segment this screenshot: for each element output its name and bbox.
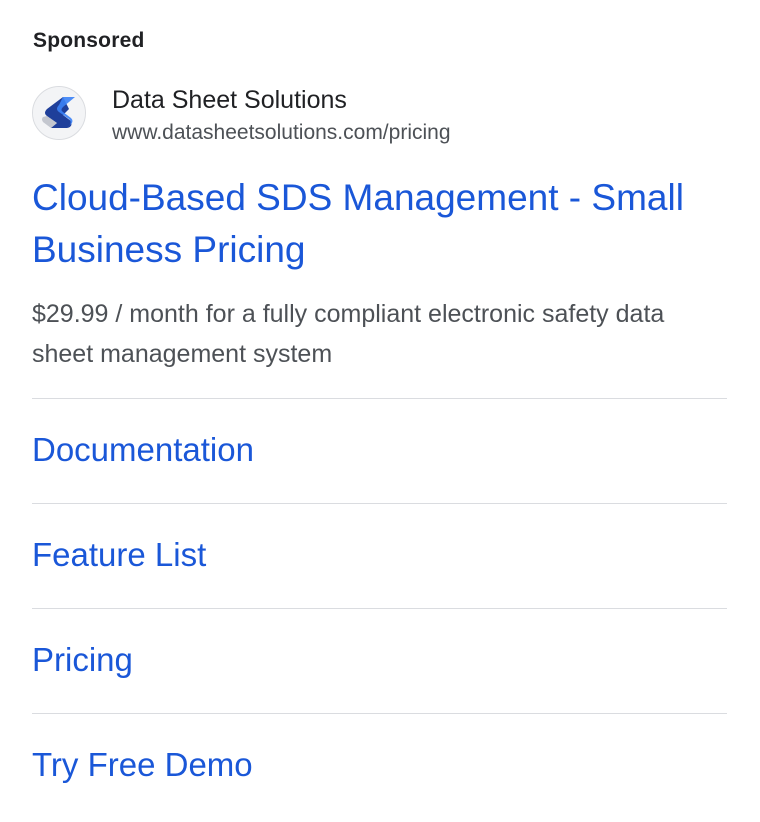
sitelinks-list: Documentation Feature List Pricing Try F… xyxy=(32,398,727,818)
sitelink-label: Feature List xyxy=(32,536,207,573)
sitelink-pricing[interactable]: Pricing xyxy=(32,608,727,713)
ad-headline-link[interactable]: Cloud-Based SDS Management - Small Busin… xyxy=(32,172,712,276)
sitelink-documentation[interactable]: Documentation xyxy=(32,398,727,503)
sponsored-label: Sponsored xyxy=(33,29,145,52)
sitelink-feature-list[interactable]: Feature List xyxy=(32,503,727,608)
advertiser-url: www.datasheetsolutions.com/pricing xyxy=(112,121,451,144)
advertiser-name: Data Sheet Solutions xyxy=(112,86,347,114)
sitelink-label: Try Free Demo xyxy=(32,746,253,783)
data-sheet-solutions-logo-icon xyxy=(32,86,86,140)
sitelink-label: Documentation xyxy=(32,431,254,468)
ad-description: $29.99 / month for a fully compliant ele… xyxy=(32,300,665,368)
sponsored-ad: Sponsored Data Sheet Solutions www.datas… xyxy=(0,0,760,822)
sitelink-label: Pricing xyxy=(32,641,133,678)
sitelink-try-free-demo[interactable]: Try Free Demo xyxy=(32,713,727,818)
advertiser-info[interactable]: Data Sheet Solutions www.datasheetsoluti… xyxy=(32,84,732,146)
